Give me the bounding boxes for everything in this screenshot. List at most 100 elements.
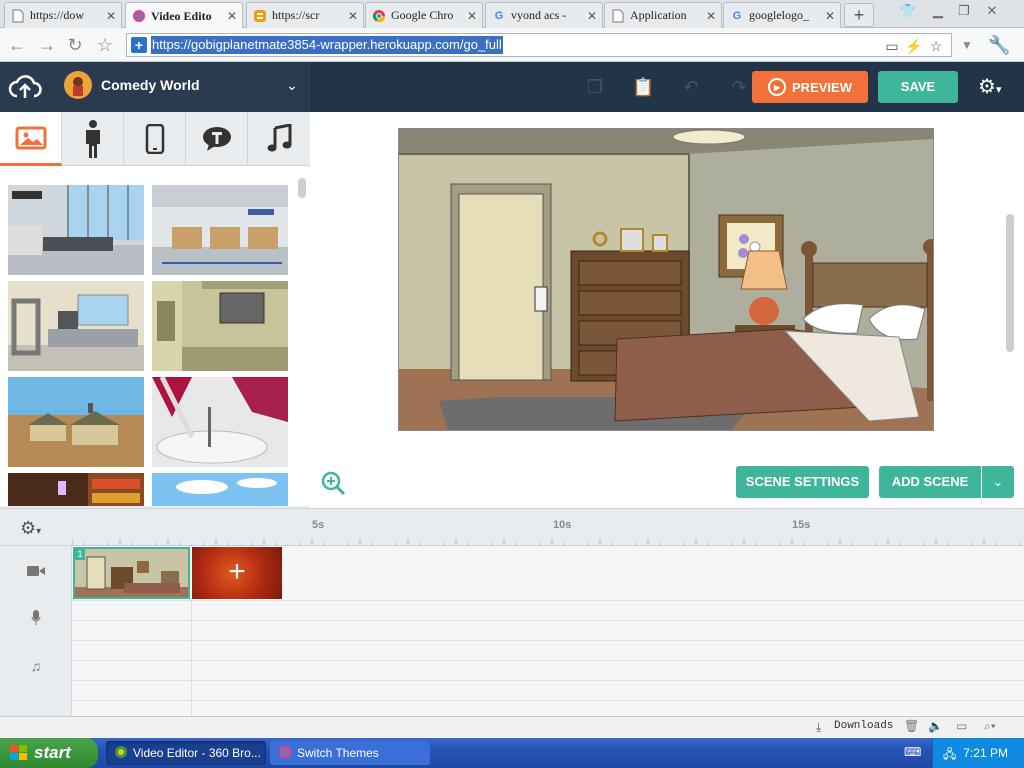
background-thumbnail[interactable]: [8, 473, 144, 506]
new-tab-button[interactable]: +: [844, 3, 874, 27]
tick-label: 15s: [792, 519, 811, 531]
background-thumbnail[interactable]: [152, 473, 288, 506]
tab-backgrounds[interactable]: [0, 112, 62, 166]
add-scene-tile[interactable]: +: [192, 547, 282, 599]
image-icon: [15, 126, 46, 149]
dropdown-icon[interactable]: ▼: [956, 34, 978, 56]
taskbar-item-video-editor[interactable]: Video Editor - 360 Bro...: [106, 741, 266, 765]
bookmark-star-icon[interactable]: ☆: [927, 37, 945, 55]
close-icon[interactable]: ✕: [705, 9, 717, 23]
zoom-in-icon[interactable]: [320, 470, 346, 496]
preview-button[interactable]: ▶ PREVIEW: [752, 71, 868, 103]
scene-canvas[interactable]: [398, 128, 934, 431]
vyond-icon: [132, 9, 146, 23]
site-info-icon[interactable]: +: [131, 37, 147, 53]
close-icon[interactable]: ✕: [466, 9, 478, 23]
add-scene-button[interactable]: ADD SCENE: [879, 466, 981, 498]
downloads-label[interactable]: Downloads: [834, 720, 893, 732]
tab-title: vyond acs -: [511, 8, 567, 22]
track-divider: [72, 660, 1024, 661]
upload-cloud-icon[interactable]: [8, 72, 42, 102]
browser-tab-3[interactable]: https://scr ✕: [246, 2, 364, 28]
theme-avatar[interactable]: [64, 71, 92, 99]
music-note-icon: [267, 124, 292, 152]
url-text[interactable]: https://gobigplanetmate3854-wrapper.hero…: [151, 36, 503, 54]
close-icon[interactable]: ✕: [347, 9, 359, 23]
background-thumbnail[interactable]: [152, 185, 288, 275]
chevron-down-icon[interactable]: ⌄: [982, 466, 1014, 498]
forward-icon[interactable]: →: [36, 34, 58, 56]
close-icon[interactable]: ✕: [226, 9, 238, 23]
download-icon[interactable]: ⤓: [816, 720, 821, 735]
stage-scrollbar[interactable]: [1006, 214, 1014, 352]
tab-characters[interactable]: [62, 112, 124, 166]
minimize-icon[interactable]: ▁: [928, 2, 948, 20]
tab-title: https://scr: [272, 8, 320, 22]
clock: 7:21 PM: [963, 746, 1008, 760]
browser-tab-2[interactable]: Video Edito ✕: [125, 2, 243, 29]
tab-title: googlelogo_: [749, 8, 809, 22]
close-icon[interactable]: ✕: [586, 9, 598, 23]
track-divider: [72, 600, 1024, 601]
background-thumbnail[interactable]: [8, 185, 144, 275]
background-thumbnail[interactable]: [8, 377, 144, 467]
save-button[interactable]: SAVE: [878, 71, 958, 103]
windows-logo-icon: [10, 745, 27, 760]
browser-tab-6[interactable]: Application ✕: [604, 2, 722, 28]
shirt-icon[interactable]: 👕: [898, 2, 918, 20]
theme-name[interactable]: Comedy World: [101, 77, 200, 93]
screen-icon[interactable]: ▭: [956, 719, 967, 733]
360-browser-icon: [114, 745, 128, 762]
speech-text-icon: [202, 127, 231, 151]
background-thumbnail[interactable]: [152, 281, 288, 371]
asset-scrollbar[interactable]: [298, 178, 306, 198]
wrench-icon[interactable]: 🔧: [988, 34, 1010, 56]
lightning-icon[interactable]: ⚡: [905, 37, 923, 55]
tab-music[interactable]: [248, 112, 310, 166]
tab-props[interactable]: [124, 112, 186, 166]
trash-icon[interactable]: 🗑: [904, 719, 919, 733]
vyond-icon: [278, 745, 292, 762]
back-icon[interactable]: ←: [6, 34, 28, 56]
scene-settings-button[interactable]: SCENE SETTINGS: [736, 466, 869, 498]
video-camera-icon: [0, 564, 72, 580]
network-icon[interactable]: 🖧: [943, 745, 956, 766]
close-icon[interactable]: ✕: [105, 9, 117, 23]
browser-tab-7[interactable]: G googlelogo_ ✕: [723, 2, 841, 28]
browser-tab-4[interactable]: Google Chro ✕: [365, 2, 483, 28]
restore-icon[interactable]: ❐: [954, 2, 974, 20]
zoom-icon[interactable]: ⌕▾: [984, 719, 996, 734]
paste-icon[interactable]: 📋: [632, 76, 654, 98]
track-divider: [72, 640, 1024, 641]
volume-icon[interactable]: 🔈: [928, 719, 943, 733]
browser-tab-5[interactable]: G vyond acs - ✕: [485, 2, 603, 28]
google-icon: G: [732, 9, 742, 22]
preview-label: PREVIEW: [792, 79, 852, 95]
start-button[interactable]: start: [0, 738, 98, 768]
scene-thumbnail[interactable]: 1: [73, 547, 190, 599]
keyboard-icon[interactable]: ⌨: [904, 745, 921, 759]
undo-icon[interactable]: ↶: [680, 76, 702, 98]
reload-icon[interactable]: ↻: [64, 34, 86, 56]
window-close-icon[interactable]: ✕: [982, 2, 1002, 20]
url-bar[interactable]: + https://gobigplanetmate3854-wrapper.he…: [126, 33, 952, 57]
window-record-icon[interactable]: ▭: [883, 37, 901, 55]
timeline-gear-icon[interactable]: ⚙▾: [20, 518, 41, 539]
close-icon[interactable]: ✕: [824, 9, 836, 23]
redo-icon[interactable]: ↷: [728, 76, 750, 98]
tick-label: 10s: [553, 519, 572, 531]
star-icon[interactable]: ☆: [94, 34, 116, 56]
tab-title: Application: [630, 8, 687, 22]
blogger-icon: [253, 9, 267, 23]
background-thumbnail[interactable]: [152, 377, 288, 467]
tab-text[interactable]: [186, 112, 248, 166]
tab-title: Google Chro: [391, 8, 454, 22]
gear-icon[interactable]: ⚙▾: [978, 74, 1012, 100]
copy-icon[interactable]: ❐: [584, 76, 606, 98]
microphone-icon: [0, 610, 72, 629]
taskbar-item-switch-themes[interactable]: Switch Themes: [270, 741, 430, 765]
app-header-left: Comedy World ⌄: [0, 62, 310, 112]
background-thumbnail[interactable]: [8, 281, 144, 371]
browser-tab-1[interactable]: https://dow ✕: [4, 2, 122, 28]
chevron-down-icon[interactable]: ⌄: [286, 77, 298, 94]
